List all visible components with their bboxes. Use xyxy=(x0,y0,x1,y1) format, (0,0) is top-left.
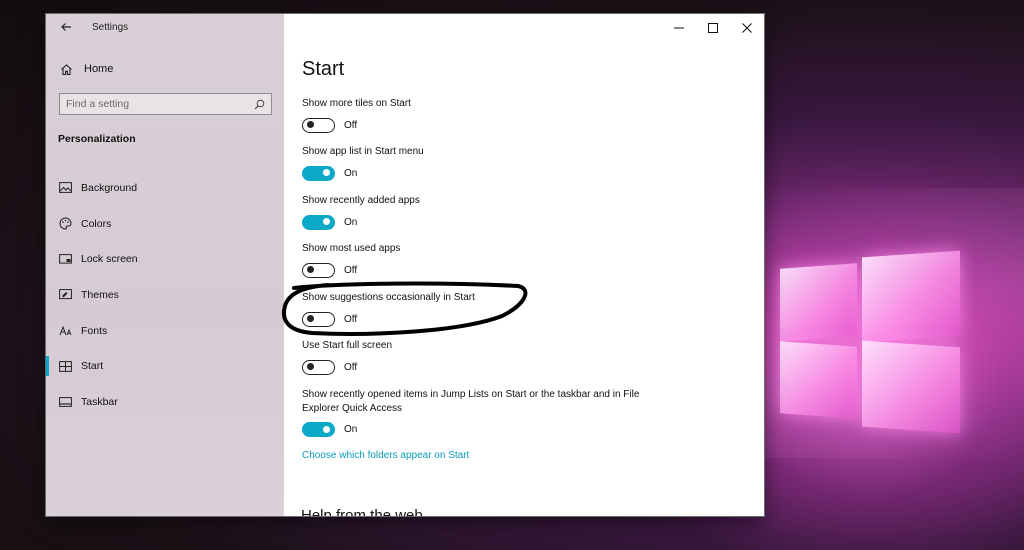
maximize-button[interactable] xyxy=(696,14,730,42)
help-heading: Help from the web xyxy=(301,507,423,516)
sidebar-item-label: Lock screen xyxy=(81,253,138,266)
minimize-button[interactable] xyxy=(662,14,696,42)
close-button[interactable] xyxy=(730,14,764,42)
setting-label: Show app list in Start menu xyxy=(302,146,424,157)
setting-label: Show most used apps xyxy=(302,243,401,254)
sidebar: Settings Home Find a setting Personaliza… xyxy=(46,14,284,516)
toggle-state: On xyxy=(344,167,358,179)
logo-pane-bottom-right xyxy=(862,340,960,434)
windows-logo xyxy=(780,248,962,434)
app-title: Settings xyxy=(92,22,129,33)
setting-app-list: Show app list in Start menu On xyxy=(302,145,642,181)
search-input[interactable]: Find a setting xyxy=(59,93,272,115)
toggle-state: Off xyxy=(344,264,358,276)
sidebar-item-label: Fonts xyxy=(81,324,108,337)
start-icon xyxy=(58,359,72,373)
setting-label: Use Start full screen xyxy=(302,340,393,351)
section-title: Personalization xyxy=(58,133,136,145)
home-nav-item[interactable]: Home xyxy=(58,60,113,78)
search-icon[interactable] xyxy=(250,95,268,113)
logo-pane-bottom-left xyxy=(780,341,857,419)
setting-more-tiles: Show more tiles on Start Off xyxy=(302,97,642,133)
toggle-state: Off xyxy=(344,313,358,325)
toggle-recently-added[interactable] xyxy=(302,214,335,230)
setting-label: Show recently added apps xyxy=(302,195,420,206)
sidebar-item-label: Taskbar xyxy=(81,395,118,408)
setting-label: Show recently opened items in Jump Lists… xyxy=(302,389,640,414)
toggle-jump-lists[interactable] xyxy=(302,422,335,437)
home-icon xyxy=(58,61,74,77)
setting-full-screen: Use Start full screen Off xyxy=(302,339,642,375)
sidebar-item-label: Themes xyxy=(81,288,119,301)
setting-jump-lists: Show recently opened items in Jump Lists… xyxy=(302,388,642,437)
sidebar-item-label: Background xyxy=(81,181,138,194)
settings-window: Settings Home Find a setting Personaliza… xyxy=(46,14,764,516)
toggle-app-list[interactable] xyxy=(302,165,335,181)
palette-icon xyxy=(58,217,72,231)
page-title: Start xyxy=(302,58,345,80)
sidebar-item-background[interactable]: Background xyxy=(46,170,284,206)
sidebar-item-start[interactable]: Start xyxy=(46,348,284,384)
setting-most-used: Show most used apps Off xyxy=(302,242,642,278)
picture-icon xyxy=(58,181,72,195)
logo-pane-top-left xyxy=(780,263,857,342)
sidebar-item-taskbar[interactable]: Taskbar xyxy=(46,384,284,420)
toggle-most-used[interactable] xyxy=(302,262,335,278)
sidebar-item-colors[interactable]: Colors xyxy=(46,206,284,242)
sidebar-item-lock-screen[interactable]: Lock screen xyxy=(46,241,284,277)
font-icon xyxy=(58,324,72,338)
home-label: Home xyxy=(84,63,114,75)
taskbar-icon xyxy=(58,395,72,409)
back-arrow-icon xyxy=(61,23,71,31)
setting-suggestions: Show suggestions occasionally in Start O… xyxy=(302,291,642,327)
sidebar-item-label: Start xyxy=(81,360,104,373)
title-bar: Settings xyxy=(46,14,284,42)
logo-pane-top-right xyxy=(862,250,960,343)
toggle-full-screen[interactable] xyxy=(302,359,335,375)
window-controls xyxy=(662,14,764,42)
maximize-icon xyxy=(708,23,718,33)
setting-recently-added: Show recently added apps On xyxy=(302,194,642,230)
toggle-suggestions[interactable] xyxy=(302,311,335,327)
toggle-state: Off xyxy=(344,361,358,373)
sidebar-item-themes[interactable]: Themes xyxy=(46,277,284,313)
minimize-icon xyxy=(674,27,684,29)
search-placeholder: Find a setting xyxy=(66,98,130,110)
lock-screen-icon xyxy=(58,252,72,266)
close-icon xyxy=(742,23,752,33)
toggle-more-tiles[interactable] xyxy=(302,117,335,133)
toggle-state: Off xyxy=(344,119,358,131)
main-content: Start Show more tiles on Start Off Show … xyxy=(284,14,764,516)
setting-label: Show more tiles on Start xyxy=(302,98,411,109)
sidebar-item-label: Colors xyxy=(81,217,112,230)
toggle-state: On xyxy=(344,424,358,435)
brush-icon xyxy=(58,288,72,302)
toggle-state: On xyxy=(344,216,358,228)
sidebar-item-fonts[interactable]: Fonts xyxy=(46,313,284,349)
choose-folders-link[interactable]: Choose which folders appear on Start xyxy=(302,450,469,461)
setting-label: Show suggestions occasionally in Start xyxy=(302,292,475,303)
back-button[interactable] xyxy=(56,18,76,38)
sidebar-nav: Background Colors Lock screen Themes Fon… xyxy=(46,170,284,420)
